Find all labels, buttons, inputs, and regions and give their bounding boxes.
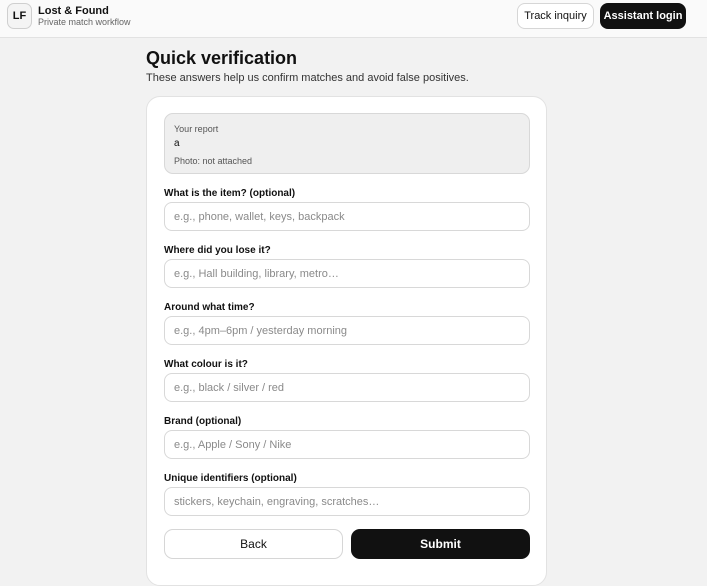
location-label: Where did you lose it? [164, 245, 271, 256]
colour-label: What colour is it? [164, 359, 248, 370]
verification-form: Your report a Photo: not attached What i… [146, 96, 547, 586]
identifiers-input[interactable] [164, 487, 530, 516]
back-button[interactable]: Back [164, 529, 343, 559]
brand-title: Lost & Found [38, 5, 109, 17]
report-summary: Your report a Photo: not attached [164, 113, 530, 174]
track-inquiry-button[interactable]: Track inquiry [517, 3, 594, 29]
item-label: What is the item? (optional) [164, 188, 296, 199]
page-subtitle: These answers help us confirm matches an… [146, 72, 469, 84]
report-value: a [174, 138, 180, 149]
item-input[interactable] [164, 202, 530, 231]
identifiers-label: Unique identifiers (optional) [164, 473, 297, 484]
top-bar: LF Lost & Found Private match workflow T… [0, 0, 707, 38]
brand-label: Brand (optional) [164, 416, 242, 427]
brand-subtitle: Private match workflow [38, 17, 131, 27]
page-title: Quick verification [146, 48, 298, 68]
assistant-login-button[interactable]: Assistant login [600, 3, 686, 29]
photo-status: Photo: not attached [174, 156, 253, 166]
submit-button[interactable]: Submit [351, 529, 530, 559]
time-input[interactable] [164, 316, 530, 345]
time-label: Around what time? [164, 302, 255, 313]
location-input[interactable] [164, 259, 530, 288]
colour-input[interactable] [164, 373, 530, 402]
report-label: Your report [174, 124, 219, 134]
logo: LF [7, 3, 32, 29]
brand-input[interactable] [164, 430, 530, 459]
